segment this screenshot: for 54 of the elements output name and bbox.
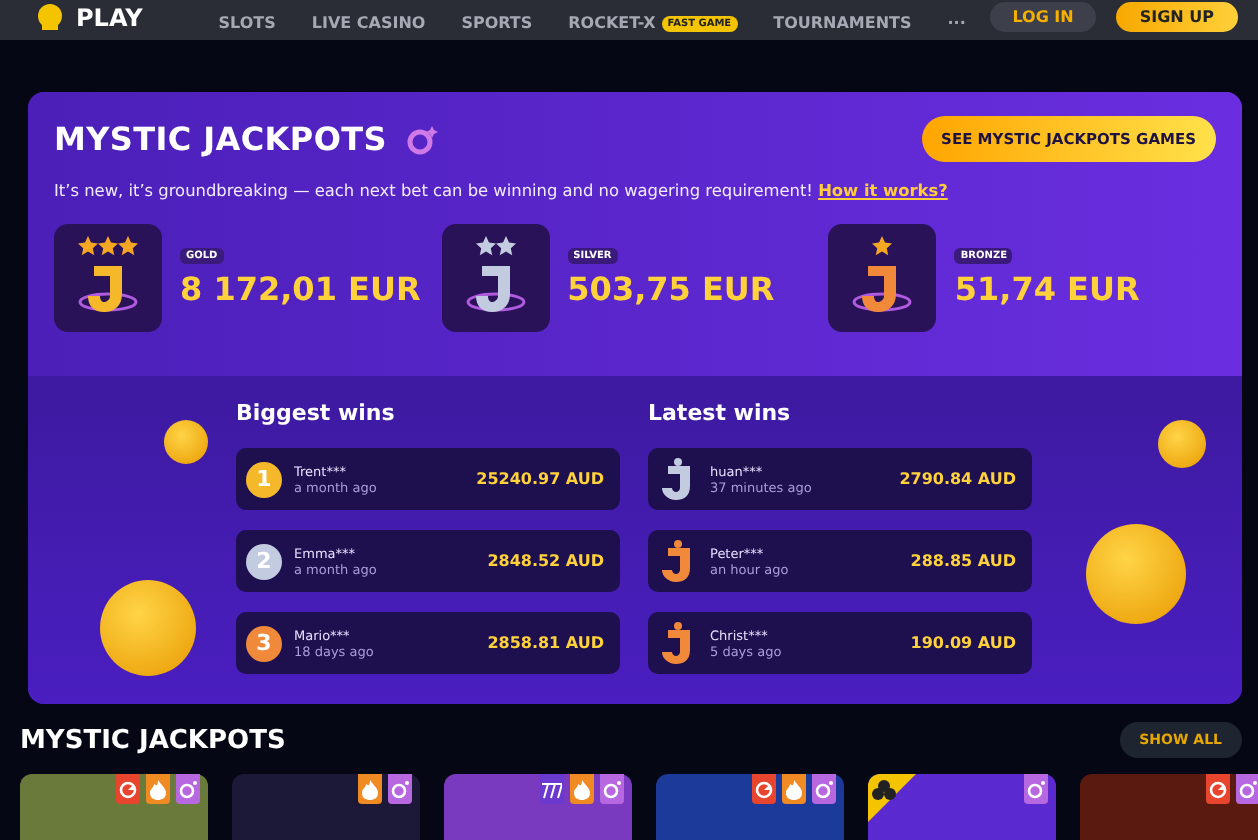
club-corner-icon <box>868 774 916 822</box>
jackpot-tag-icon <box>600 774 624 804</box>
nav-link[interactable]: TOURNAMENTS <box>773 14 912 32</box>
win-amount: 2848.52 AUD <box>487 552 604 570</box>
sevens-tag-icon <box>540 774 564 804</box>
win-amount: 288.85 AUD <box>910 552 1016 570</box>
refresh-tag-icon <box>752 774 776 804</box>
promo-tagline: It’s new, it’s groundbreaking — each next bet can be winning and no wagering requirement! How it works? <box>54 180 950 200</box>
signup-button[interactable]: SIGN UP <box>1115 2 1238 32</box>
game-thumbnail[interactable] <box>656 774 844 840</box>
refresh-tag-icon <box>116 774 140 804</box>
coin-drawing <box>100 580 196 676</box>
game-thumbnail[interactable] <box>444 774 632 840</box>
rank-medal: 1 <box>246 461 282 497</box>
game-thumbnail[interactable] <box>232 774 420 840</box>
refresh-tag-icon <box>1206 774 1230 804</box>
section-title: MYSTIC JACKPOTS <box>20 725 286 755</box>
jackpot-tag-icon <box>388 774 412 804</box>
jackpot-tag-icon <box>1236 774 1258 804</box>
game-thumbnail[interactable] <box>20 774 208 840</box>
win-amount: 25240.97 AUD <box>476 470 604 488</box>
rank-medal: 2 <box>246 543 282 579</box>
logo-icon <box>32 4 68 32</box>
login-button[interactable]: LOG IN <box>990 2 1096 32</box>
flame-tag-icon <box>782 774 806 804</box>
rank-medal: 3 <box>246 625 282 661</box>
wins-heading: Latest wins <box>648 400 793 428</box>
game-thumbnail[interactable] <box>868 774 1056 840</box>
jackpot-icon <box>406 123 439 155</box>
game-thumbnail[interactable] <box>1080 774 1258 840</box>
jackpot-tag-icon <box>1024 774 1048 804</box>
nav-link[interactable]: ··· <box>947 14 966 32</box>
jackpot-amount: 51,74 EUR <box>954 270 1140 308</box>
flame-tag-icon <box>570 774 594 804</box>
flame-tag-icon <box>358 774 382 804</box>
jackpot-amount: 503,75 EUR <box>567 270 775 308</box>
coin-drawing <box>1086 524 1186 624</box>
flame-tag-icon <box>146 774 170 804</box>
jackpot-tag-icon <box>812 774 836 804</box>
win-amount: 2858.81 AUD <box>487 634 604 652</box>
win-amount: 2790.84 AUD <box>899 470 1016 488</box>
coin-drawing <box>1158 420 1206 468</box>
jackpot-tag-icon <box>176 774 200 804</box>
jackpot-amount: 8 172,01 EUR <box>180 270 421 308</box>
nav-link[interactable]: SLOTS <box>218 14 276 32</box>
nav-link[interactable]: SPORTS <box>461 14 533 32</box>
win-amount: 190.09 AUD <box>910 634 1016 652</box>
wins-heading: Biggest wins <box>236 400 397 428</box>
coin-drawing <box>164 420 208 464</box>
how-it-works-link[interactable]: How it works? <box>818 180 948 200</box>
nav-link[interactable]: ROCKET-X <box>568 14 656 32</box>
promo-title: MYSTIC JACKPOTS <box>54 120 387 158</box>
nav-link[interactable]: LIVE CASINO <box>311 14 426 32</box>
logo-text[interactable]: PLAY <box>76 4 143 32</box>
